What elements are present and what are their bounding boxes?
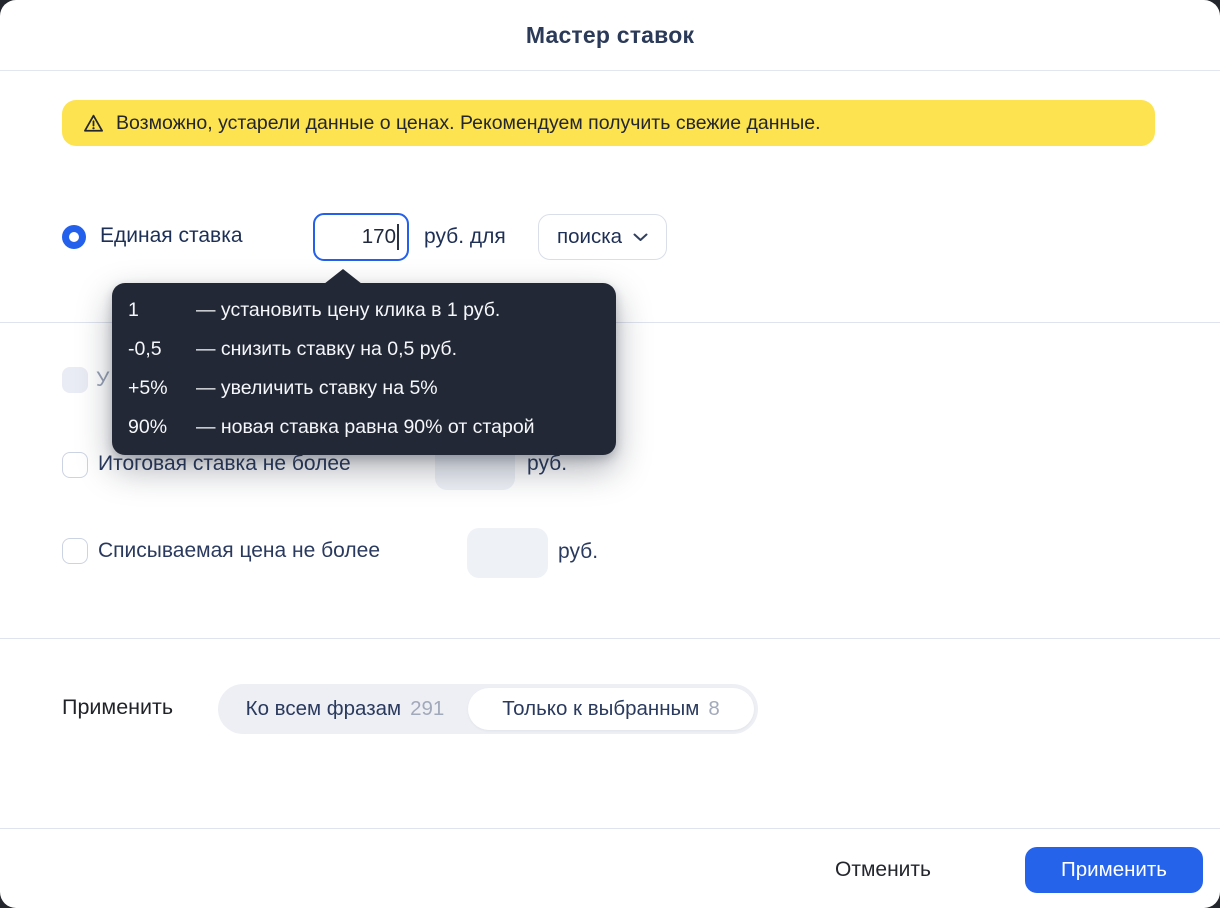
option1-label: У [96, 368, 110, 391]
tooltip-term: 1 [128, 299, 139, 321]
warning-banner: Возможно, устарели данные о ценах. Реком… [62, 100, 1155, 146]
tooltip-term: -0,5 [128, 338, 162, 360]
tooltip-row: -0,5 — снизить ставку на 0,5 руб. [112, 330, 616, 369]
bid-amount-suffix: руб. для [424, 225, 506, 248]
segment-all-phrases-count: 291 [410, 697, 445, 720]
tooltip-row: +5% — увеличить ставку на 5% [112, 369, 616, 408]
max-charged-price-checkbox[interactable] [62, 538, 88, 564]
segment-selected-only-count: 8 [708, 697, 720, 720]
tooltip-row: 90% — новая ставка равна 90% от старой [112, 408, 616, 447]
option1-checkbox[interactable] [62, 367, 88, 393]
bid-amount-value: 170 [361, 225, 396, 248]
segment-selected-only-label: Только к выбранным [502, 697, 700, 720]
apply-scope-label: Применить [62, 695, 174, 719]
single-bid-radio[interactable] [62, 225, 86, 249]
segment-selected-only[interactable]: Только к выбранным 8 [468, 688, 754, 730]
chevron-down-icon [633, 233, 648, 242]
max-total-bid-checkbox[interactable] [62, 452, 88, 478]
single-bid-radio-label[interactable]: Единая ставка [100, 224, 243, 248]
apply-button[interactable]: Применить [1025, 847, 1203, 893]
text-cursor [397, 224, 399, 250]
tooltip-description: — установить цену клика в 1 руб. [196, 299, 501, 321]
tooltip-term: +5% [128, 377, 168, 399]
tooltip-description: — увеличить ставку на 5% [196, 377, 438, 399]
warning-triangle-icon [82, 112, 105, 135]
bid-target-dropdown[interactable]: поиска [538, 214, 668, 260]
warning-text: Возможно, устарели данные о ценах. Реком… [116, 111, 821, 134]
segment-all-phrases-label: Ко всем фразам [245, 697, 402, 720]
tooltip-term: 90% [128, 416, 168, 438]
tooltip-description: — новая ставка равна 90% от старой [196, 416, 535, 438]
tooltip-description: — снизить ставку на 0,5 руб. [196, 338, 457, 360]
max-total-bid-label: Итоговая ставка не более [98, 452, 351, 475]
max-charged-price-unit: руб. [558, 540, 599, 563]
bid-master-dialog: Мастер ставок Возможно, устарели данные … [0, 0, 1220, 908]
bid-amount-input[interactable]: 170 [313, 213, 409, 261]
dialog-header: Мастер ставок [0, 0, 1220, 71]
footer-divider [0, 828, 1220, 829]
cancel-button[interactable]: Отменить [818, 847, 948, 893]
section-divider [0, 638, 1220, 639]
max-total-bid-unit: руб. [527, 452, 568, 475]
max-charged-price-label: Списываемая цена не более [98, 539, 381, 562]
tooltip-row: 1 — установить цену клика в 1 руб. [112, 291, 616, 330]
bid-target-value: поиска [557, 225, 623, 248]
segment-all-phrases[interactable]: Ко всем фразам 291 [222, 688, 468, 730]
max-charged-price-input[interactable] [467, 528, 548, 578]
dialog-title: Мастер ставок [525, 21, 695, 48]
bid-hint-tooltip: 1 — установить цену клика в 1 руб. -0,5 … [112, 269, 616, 455]
apply-scope-segmented-control: Ко всем фразам 291 Только к выбранным 8 [218, 684, 758, 734]
